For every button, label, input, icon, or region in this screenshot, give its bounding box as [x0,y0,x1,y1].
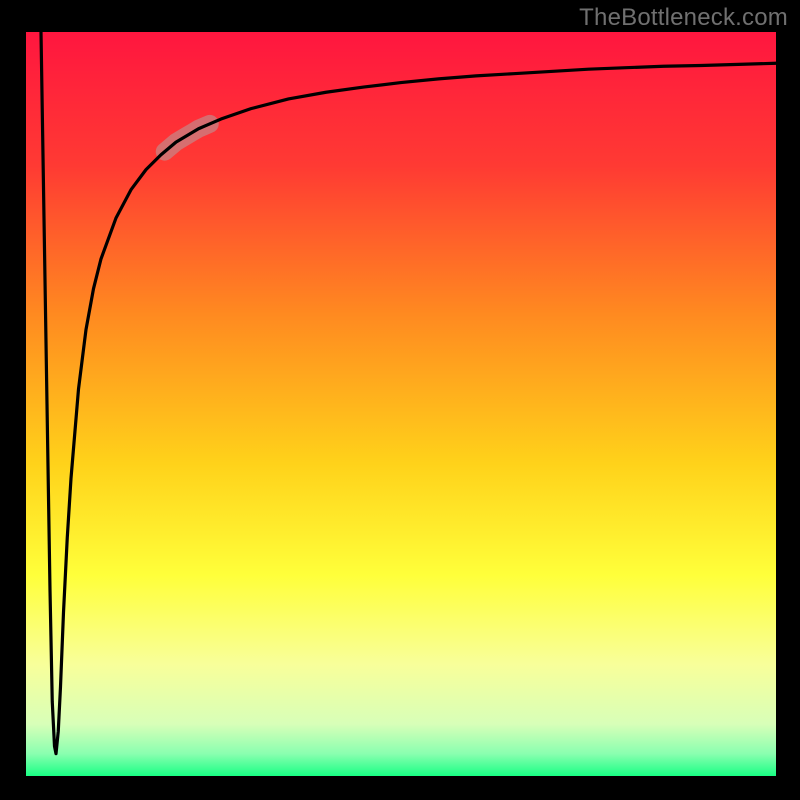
chart-stage: TheBottleneck.com [0,0,800,800]
watermark-text: TheBottleneck.com [579,4,788,32]
plot-area [26,32,776,776]
bottleneck-chart [0,0,800,800]
